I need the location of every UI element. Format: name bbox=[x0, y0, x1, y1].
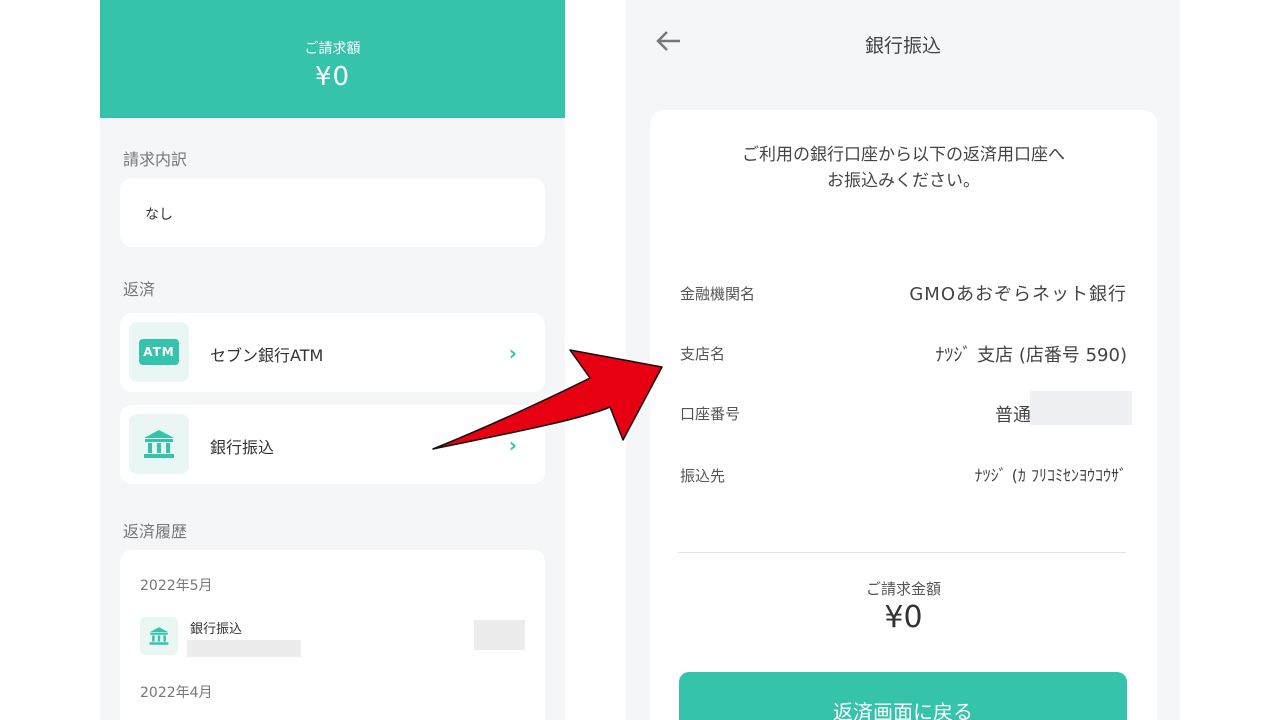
bank-name-value: GMOあおぞらネット銀行 bbox=[909, 284, 1127, 305]
history-month: 2022年4月 bbox=[140, 685, 213, 701]
redacted-account-number bbox=[1030, 391, 1132, 425]
atm-icon: ATM bbox=[129, 322, 189, 382]
payee-value: ﾅﾂｼﾞ (ｶ ﾌﾘｺﾐｾﾝﾖｳｺｳｻﾞ bbox=[974, 466, 1127, 485]
branch-label: 支店名 bbox=[680, 345, 726, 363]
billing-header: ご請求額 ¥0 bbox=[100, 0, 565, 118]
repay-option-label: 銀行振込 bbox=[210, 438, 275, 457]
redacted-amount bbox=[474, 620, 525, 650]
history-entry-title: 銀行振込 bbox=[190, 622, 243, 637]
red-arrow-icon bbox=[432, 349, 663, 450]
account-number-label: 口座番号 bbox=[680, 405, 741, 423]
billing-amount: ¥0 bbox=[314, 62, 351, 92]
breakdown-card: なし bbox=[120, 178, 545, 247]
history-month: 2022年5月 bbox=[140, 578, 213, 594]
divider bbox=[678, 552, 1126, 553]
payee-label: 振込先 bbox=[680, 467, 726, 485]
breakdown-value: なし bbox=[145, 207, 173, 223]
bank-icon bbox=[129, 414, 189, 474]
bank-icon bbox=[140, 617, 178, 655]
return-to-repayment-button[interactable]: 返済画面に戻る bbox=[679, 672, 1127, 720]
bank-transfer-screen: 銀行振込 ご利用の銀行口座から以下の返済用口座へ お振込みください。 金融機関名… bbox=[626, 0, 1180, 720]
transfer-info-card: ご利用の銀行口座から以下の返済用口座へ お振込みください。 金融機関名 GMOあ… bbox=[650, 110, 1157, 720]
repayment-section-label: 返済 bbox=[123, 280, 156, 299]
repay-option-label: セブン銀行ATM bbox=[210, 346, 324, 365]
billing-amount-label: ご請求額 bbox=[304, 41, 361, 57]
history-card: 2022年5月 銀行振込 2022年4月 bbox=[120, 550, 545, 720]
account-type-value: 普通 bbox=[995, 405, 1031, 426]
history-section-label: 返済履歴 bbox=[123, 522, 188, 541]
branch-value: ﾅﾂｼﾞ 支店 (店番号 590) bbox=[935, 345, 1127, 366]
redacted-date bbox=[187, 640, 301, 657]
due-amount-label: ご請求金額 bbox=[865, 580, 941, 598]
breakdown-section-label: 請求内訳 bbox=[123, 150, 188, 169]
bank-name-label: 金融機関名 bbox=[680, 285, 756, 303]
transfer-instruction: ご利用の銀行口座から以下の返済用口座へ お振込みください。 bbox=[742, 145, 1065, 191]
due-amount: ¥0 bbox=[884, 600, 923, 635]
page-title: 銀行振込 bbox=[864, 35, 941, 57]
